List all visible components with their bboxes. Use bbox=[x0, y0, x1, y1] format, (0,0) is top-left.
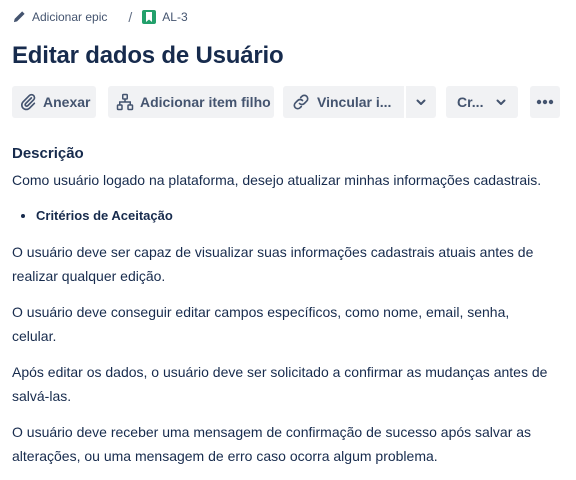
chevron-down-icon bbox=[415, 96, 427, 108]
hierarchy-icon bbox=[116, 93, 134, 111]
criteria-paragraph: Após editar os dados, o usuário deve ser… bbox=[12, 364, 548, 404]
criteria-paragraph: O usuário deve ser capaz de visualizar s… bbox=[12, 244, 534, 284]
breadcrumb-issue-key: AL-3 bbox=[162, 10, 188, 24]
paperclip-icon bbox=[19, 93, 37, 111]
link-issue-label: Vincular i... bbox=[317, 94, 392, 110]
list-item: Critérios de Aceitação bbox=[36, 204, 552, 228]
breadcrumb-separator: / bbox=[128, 9, 133, 25]
description-heading: Descrição bbox=[12, 145, 84, 162]
add-child-label: Adicionar item filho bbox=[140, 94, 271, 110]
page-title[interactable]: Editar dados de Usuário bbox=[12, 42, 284, 70]
breadcrumb-epic-label: Adicionar epic bbox=[32, 10, 108, 24]
add-child-button[interactable]: Adicionar item filho bbox=[108, 86, 274, 118]
pencil-icon bbox=[12, 10, 26, 24]
criteria-paragraph: O usuário deve receber uma mensagem de c… bbox=[12, 424, 532, 464]
attach-label: Anexar bbox=[43, 94, 91, 110]
create-label: Cr... bbox=[457, 94, 484, 110]
chevron-down-icon bbox=[495, 96, 507, 108]
criteria-paragraph: O usuário deve conseguir editar campos e… bbox=[12, 304, 510, 344]
attach-button[interactable]: Anexar bbox=[12, 86, 96, 118]
breadcrumb-add-epic[interactable]: Adicionar epic bbox=[12, 10, 107, 24]
story-icon bbox=[142, 10, 157, 24]
link-issue-dropdown-button[interactable] bbox=[406, 86, 436, 118]
link-icon bbox=[291, 93, 311, 111]
create-button[interactable]: Cr... bbox=[446, 86, 518, 118]
breadcrumb: Adicionar epic / AL-3 bbox=[12, 8, 188, 26]
acceptance-criteria-list: Critérios de Aceitação bbox=[12, 204, 552, 228]
more-actions-button[interactable] bbox=[530, 86, 560, 118]
description-body[interactable]: Como usuário logado na plataforma, desej… bbox=[12, 168, 552, 480]
more-horizontal-icon bbox=[536, 99, 554, 105]
description-intro: Como usuário logado na plataforma, desej… bbox=[12, 172, 542, 188]
breadcrumb-issue[interactable]: AL-3 bbox=[142, 10, 188, 24]
link-issue-button[interactable]: Vincular i... bbox=[283, 86, 404, 118]
